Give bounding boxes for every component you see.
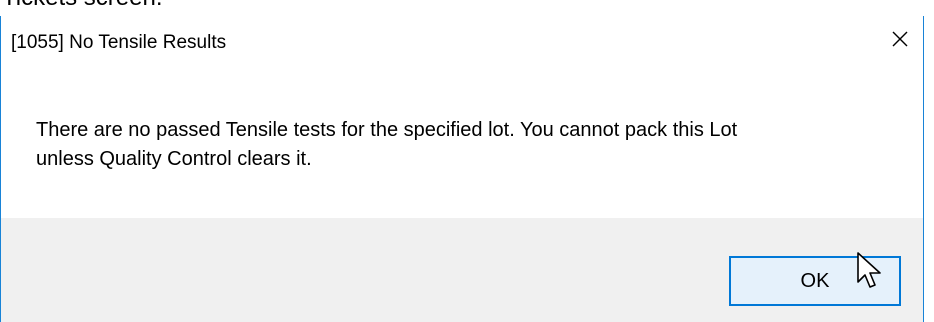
dialog-button-area: OK <box>1 218 923 322</box>
message-line-1: There are no passed Tensile tests for th… <box>36 119 738 141</box>
close-button[interactable] <box>877 16 923 62</box>
dialog-title: [1055] No Tensile Results <box>11 32 227 53</box>
close-icon <box>892 31 908 47</box>
ok-button[interactable]: OK <box>729 256 901 306</box>
screen: Tickets screen. [1055] No Tensile Result… <box>0 0 934 322</box>
message-dialog: [1055] No Tensile Results There are no p… <box>0 16 924 322</box>
background-caption-text: Tickets screen. <box>2 0 163 10</box>
dialog-content: There are no passed Tensile tests for th… <box>1 64 923 218</box>
dialog-message: There are no passed Tensile tests for th… <box>36 116 896 174</box>
dialog-title-bar[interactable]: [1055] No Tensile Results <box>1 16 923 64</box>
message-line-2: unless Quality Control clears it. <box>36 148 312 170</box>
